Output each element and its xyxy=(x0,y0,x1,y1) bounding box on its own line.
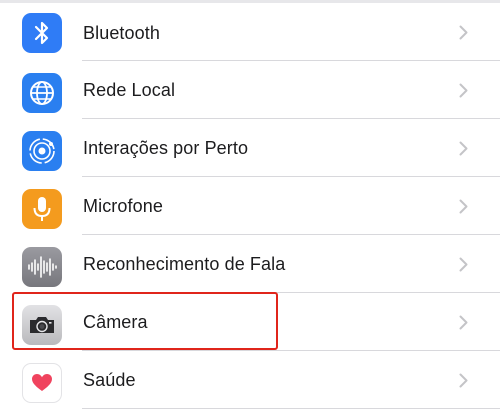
settings-row-bluetooth[interactable]: Bluetooth xyxy=(0,3,500,61)
settings-row-label: Bluetooth xyxy=(83,23,160,43)
globe-network-icon xyxy=(22,73,62,113)
chevron-right-icon xyxy=(459,199,468,214)
heart-icon xyxy=(22,363,62,403)
settings-row-local-network[interactable]: Rede Local xyxy=(0,61,500,119)
row-divider xyxy=(82,408,500,409)
nearby-interaction-icon xyxy=(22,131,62,171)
settings-row-label: Reconhecimento de Fala xyxy=(83,254,286,274)
settings-row-nearby-interactions[interactable]: Interações por Perto xyxy=(0,119,500,177)
chevron-right-icon xyxy=(459,83,468,98)
settings-row-microphone[interactable]: Microfone xyxy=(0,177,500,235)
settings-row-label: Saúde xyxy=(83,370,136,390)
settings-row-label: Microfone xyxy=(83,196,163,216)
chevron-right-icon xyxy=(459,141,468,156)
waveform-icon xyxy=(22,247,62,287)
chevron-right-icon xyxy=(459,25,468,40)
chevron-right-icon xyxy=(459,257,468,272)
bluetooth-icon xyxy=(22,13,62,53)
settings-row-speech-recognition[interactable]: Reconhecimento de Fala xyxy=(0,235,500,293)
microphone-icon xyxy=(22,189,62,229)
settings-row-label: Rede Local xyxy=(83,80,176,100)
chevron-right-icon xyxy=(459,373,468,388)
settings-row-label: Interações por Perto xyxy=(83,138,249,158)
privacy-settings-list: Bluetooth Rede Local Interações por Pert… xyxy=(0,0,500,413)
settings-row-label: Câmera xyxy=(83,312,148,332)
settings-row-camera[interactable]: Câmera xyxy=(0,293,500,351)
settings-row-health[interactable]: Saúde xyxy=(0,351,500,409)
chevron-right-icon xyxy=(459,315,468,330)
camera-icon xyxy=(22,305,62,345)
